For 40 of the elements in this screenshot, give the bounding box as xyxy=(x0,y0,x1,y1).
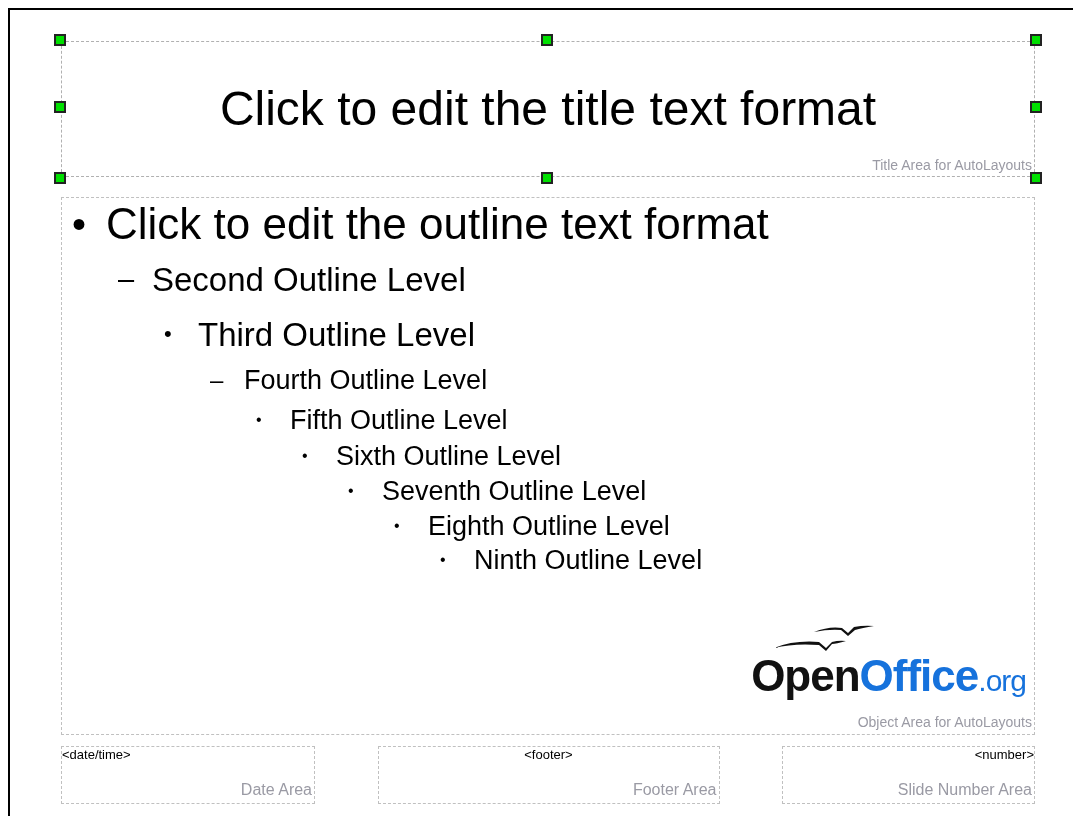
area-label: Object Area for AutoLayouts xyxy=(857,715,1032,729)
area-label: Slide Number Area xyxy=(897,782,1032,798)
footer-placeholder-area[interactable]: <number> Slide Number Area xyxy=(782,746,1035,804)
selection-handle[interactable] xyxy=(1030,34,1042,46)
outline-text: Seventh Outline Level xyxy=(382,477,647,505)
bullet: • xyxy=(256,412,263,428)
title-text: Click to edit the title text format xyxy=(219,85,877,133)
outline-text: Second Outline Level xyxy=(152,262,466,296)
bullet: – xyxy=(210,368,225,392)
selection-handle[interactable] xyxy=(541,34,553,46)
selection-handle[interactable] xyxy=(541,172,553,184)
outline-text: Eighth Outline Level xyxy=(428,512,670,540)
field-text: <footer> xyxy=(523,747,574,761)
bullet: • xyxy=(440,552,447,568)
bullet: • xyxy=(394,518,401,534)
bullet: • xyxy=(164,323,173,345)
outline-text: Sixth Outline Level xyxy=(336,442,562,470)
logo-text: OpenOffice.org xyxy=(751,654,1026,698)
area-label: Date Area xyxy=(240,782,312,798)
selection-handle[interactable] xyxy=(54,34,66,46)
selection-handle[interactable] xyxy=(54,101,66,113)
bullet: • xyxy=(348,483,355,499)
footer-placeholder-area[interactable]: <date/time> Date Area xyxy=(61,746,315,804)
bullet: • xyxy=(72,204,87,244)
area-label: Title Area for AutoLayouts xyxy=(872,158,1032,172)
outline-text: Click to edit the outline text format xyxy=(106,202,769,246)
outline-text: Ninth Outline Level xyxy=(474,546,703,574)
outline-text: Fifth Outline Level xyxy=(290,406,508,434)
bullet: – xyxy=(118,264,136,294)
selection-handle[interactable] xyxy=(1030,172,1042,184)
field-text: <date/time> xyxy=(62,747,132,761)
field-text: <number> xyxy=(973,747,1034,761)
outline-text: Third Outline Level xyxy=(198,317,475,351)
footer-placeholder-area[interactable]: <footer> Footer Area xyxy=(377,746,720,804)
area-label: Footer Area xyxy=(632,782,717,798)
object-area[interactable] xyxy=(61,197,1035,735)
selection-handle[interactable] xyxy=(1030,101,1042,113)
selection-handle[interactable] xyxy=(54,172,66,184)
outline-text: Fourth Outline Level xyxy=(244,366,488,394)
bullet: • xyxy=(302,448,309,464)
